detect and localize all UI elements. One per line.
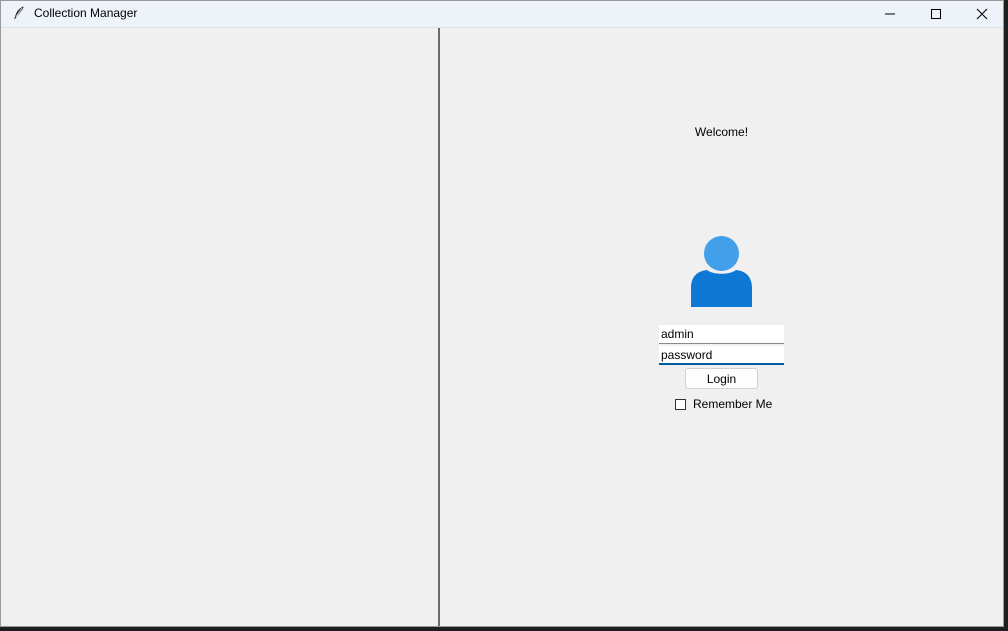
minimize-icon	[885, 13, 895, 15]
minimize-button[interactable]	[867, 1, 913, 27]
welcome-label: Welcome!	[694, 125, 749, 139]
close-button[interactable]	[959, 1, 1005, 27]
remember-me-checkbox[interactable]	[675, 398, 686, 410]
app-window: Collection Manager Welcome! admin passwo…	[0, 0, 1004, 627]
close-icon	[976, 8, 988, 20]
remember-me-label: Remember Me	[693, 397, 773, 411]
remember-me-row[interactable]: Remember Me	[675, 397, 772, 411]
maximize-icon	[931, 9, 941, 19]
maximize-button[interactable]	[913, 1, 959, 27]
login-pane: Welcome! Login Remember Me	[441, 28, 1002, 625]
login-button[interactable]: Login	[685, 368, 758, 389]
feather-icon	[11, 5, 27, 21]
pane-divider[interactable]	[438, 28, 440, 626]
title-bar[interactable]: Collection Manager	[1, 1, 1003, 28]
window-title: Collection Manager	[34, 6, 138, 20]
user-icon	[691, 236, 752, 307]
left-pane	[4, 28, 438, 625]
password-field[interactable]	[659, 346, 784, 365]
username-field[interactable]	[659, 325, 784, 344]
